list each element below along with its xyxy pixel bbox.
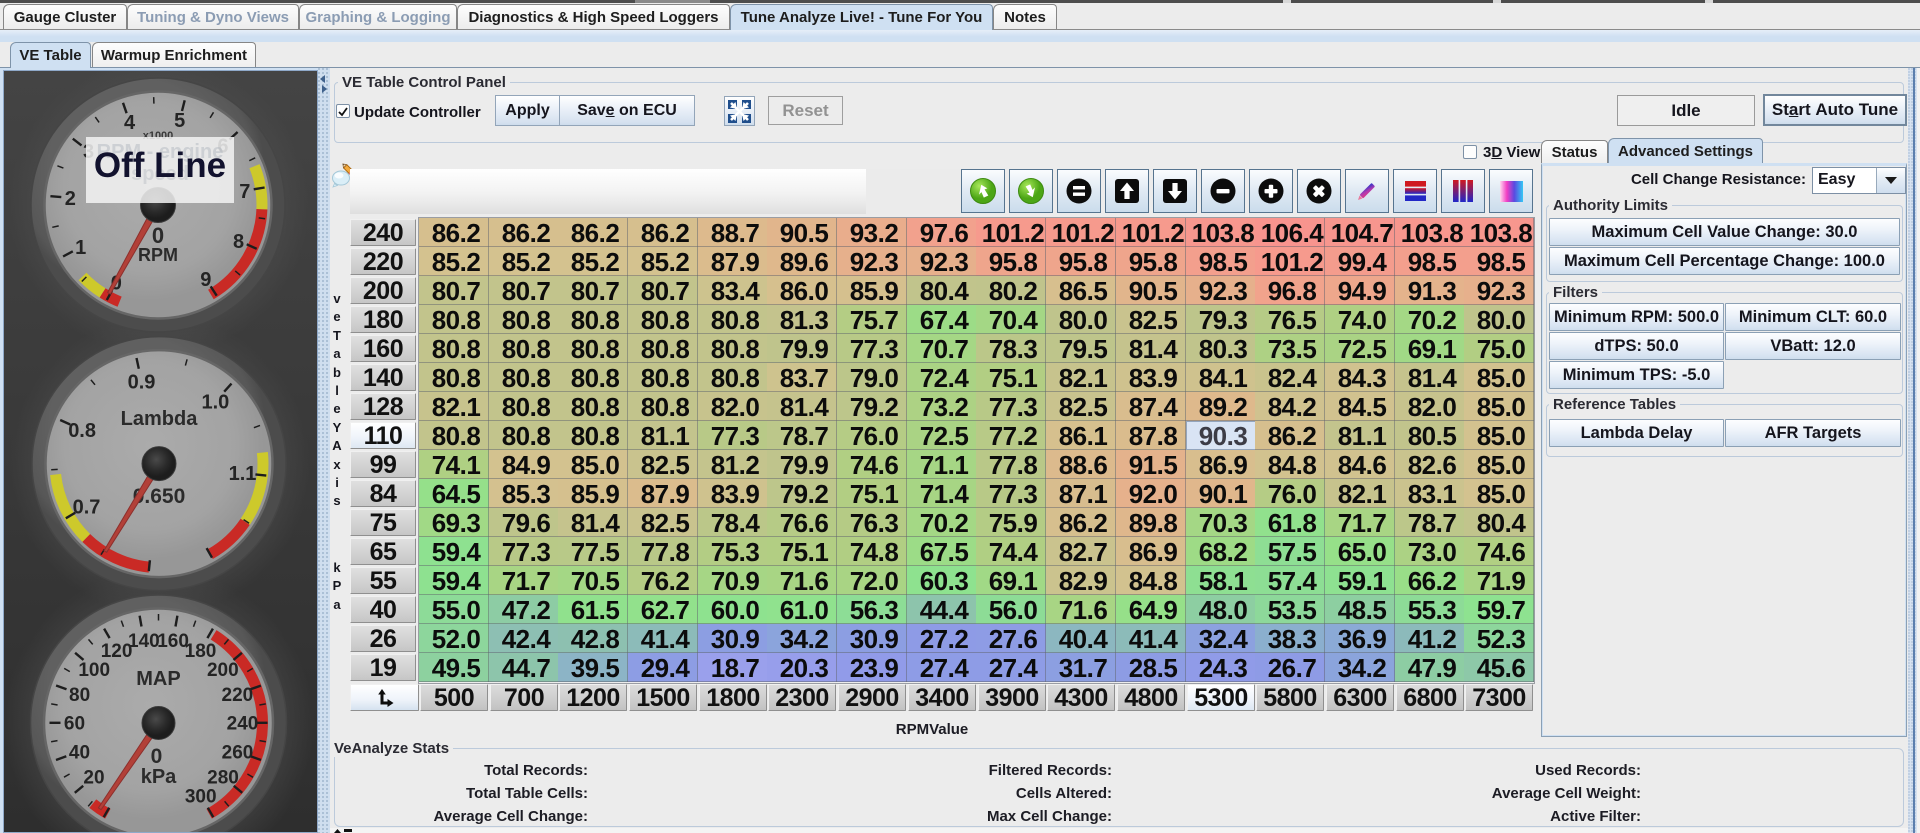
svg-text:1.0: 1.0 [201,392,229,414]
svg-text:220: 220 [222,685,254,706]
svg-text:5: 5 [174,110,185,132]
svg-text:100: 100 [78,660,110,681]
svg-text:140: 140 [128,631,160,652]
svg-text:40: 40 [69,742,90,763]
svg-text:300: 300 [185,786,217,807]
svg-text:2: 2 [65,188,76,210]
svg-text:0.9: 0.9 [128,372,156,394]
svg-text:7: 7 [239,181,250,203]
svg-text:60: 60 [64,714,85,735]
svg-text:0: 0 [151,745,163,768]
svg-text:8: 8 [233,231,244,253]
svg-text:kPa: kPa [141,766,177,788]
svg-text:80: 80 [69,685,90,706]
svg-text:1.1: 1.1 [229,463,257,485]
svg-text:0.8: 0.8 [68,420,96,442]
svg-text:0.7: 0.7 [73,496,101,518]
svg-text:RPM: RPM [138,245,178,265]
svg-text:4: 4 [124,112,136,134]
svg-text:9: 9 [200,269,211,291]
svg-text:200: 200 [207,660,239,681]
svg-text:260: 260 [222,742,254,763]
svg-text:1: 1 [75,237,86,259]
svg-text:MAP: MAP [136,668,180,690]
svg-text:Lambda: Lambda [121,408,199,430]
svg-text:20: 20 [83,768,104,789]
svg-text:240: 240 [227,714,259,735]
